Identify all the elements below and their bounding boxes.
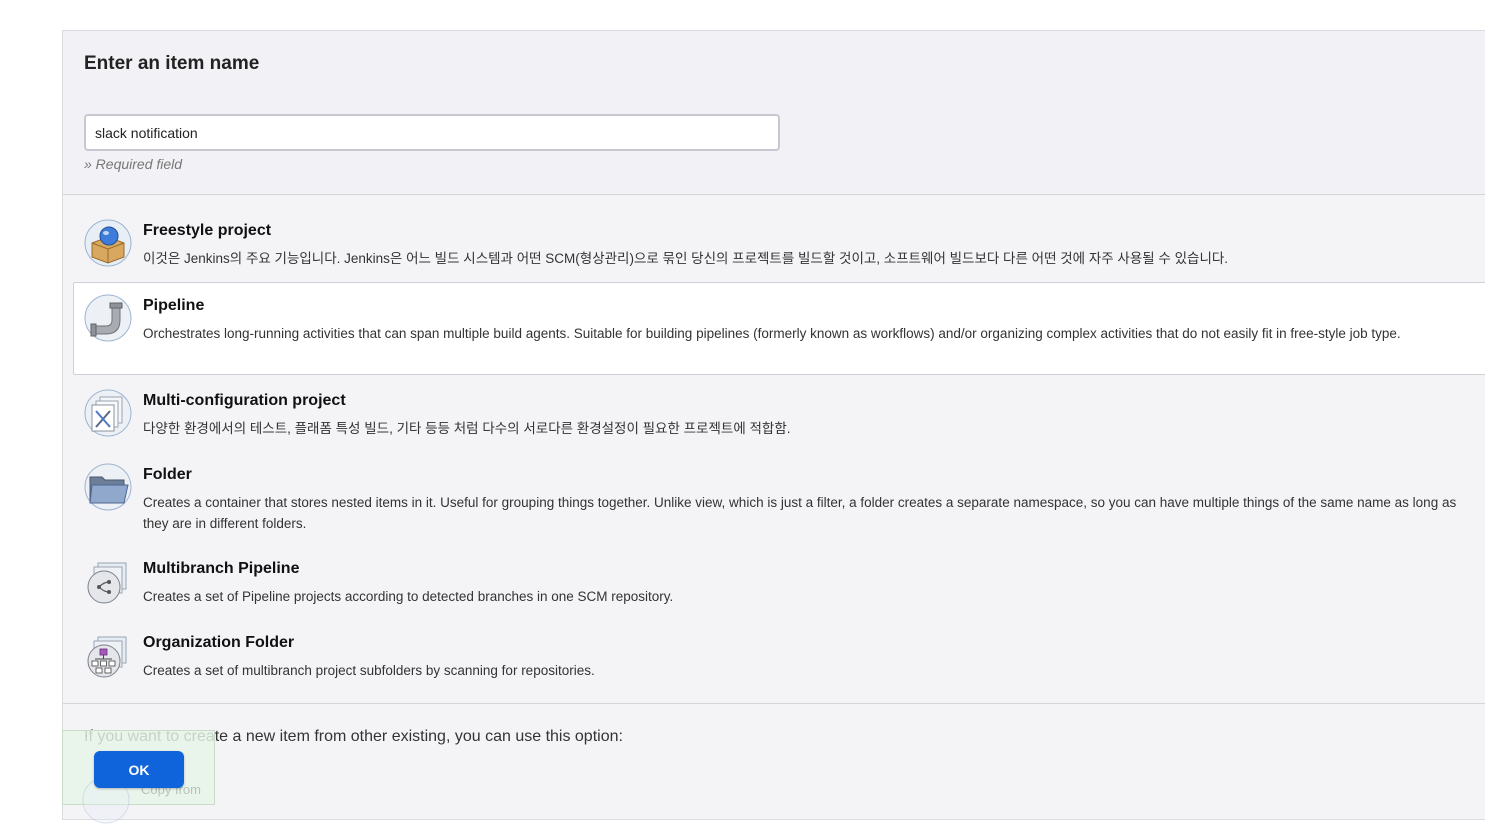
folder-icon [84, 463, 132, 511]
multi-configuration-icon [84, 389, 132, 437]
page-title: Enter an item name [84, 53, 260, 74]
item-type-multibranch-pipeline[interactable]: Multibranch Pipeline Creates a set of Pi… [73, 545, 1485, 619]
item-type-description: Orchestrates long-running activities tha… [143, 326, 1401, 341]
item-type-description: Creates a container that stores nested i… [143, 495, 1457, 531]
item-type-name: Multibranch Pipeline [143, 560, 300, 577]
item-type-description: Creates a set of Pipeline projects accor… [143, 589, 674, 604]
item-type-freestyle-project[interactable]: Freestyle project 이것은 Jenkins의 주요 기능입니다.… [73, 207, 1485, 281]
multibranch-pipeline-icon [84, 557, 132, 605]
item-type-folder[interactable]: Folder Creates a container that stores n… [73, 451, 1485, 545]
required-field-note: » Required field [84, 156, 183, 172]
item-type-name: Folder [143, 466, 192, 483]
item-type-pipeline[interactable]: Pipeline Orchestrates long-running activ… [73, 282, 1485, 375]
item-name-section: Enter an item name » Required field [63, 31, 1485, 195]
item-type-description: 이것은 Jenkins의 주요 기능입니다. Jenkins은 어느 빌드 시스… [143, 251, 1229, 266]
item-type-name: Organization Folder [143, 634, 295, 651]
organization-folder-icon [84, 631, 132, 679]
item-type-organization-folder[interactable]: Organization Folder Creates a set of mul… [73, 619, 1485, 693]
item-type-name: Pipeline [143, 297, 205, 314]
item-type-description: Creates a set of multibranch project sub… [143, 663, 595, 678]
ok-button[interactable]: OK [94, 751, 184, 788]
freestyle-project-icon [84, 219, 132, 267]
item-type-multi-configuration-project[interactable]: Multi-configuration project 다양한 환경에서의 테스… [73, 377, 1485, 451]
item-type-name: Freestyle project [143, 222, 272, 239]
item-name-input[interactable] [84, 114, 780, 151]
section-divider [63, 703, 1485, 704]
pipeline-icon [84, 294, 132, 342]
item-type-name: Multi-configuration project [143, 392, 346, 409]
item-type-description: 다양한 환경에서의 테스트, 플래폼 특성 빌드, 기타 등등 처럼 다수의 서… [143, 421, 791, 436]
new-item-panel: Enter an item name » Required field Free… [62, 30, 1485, 820]
